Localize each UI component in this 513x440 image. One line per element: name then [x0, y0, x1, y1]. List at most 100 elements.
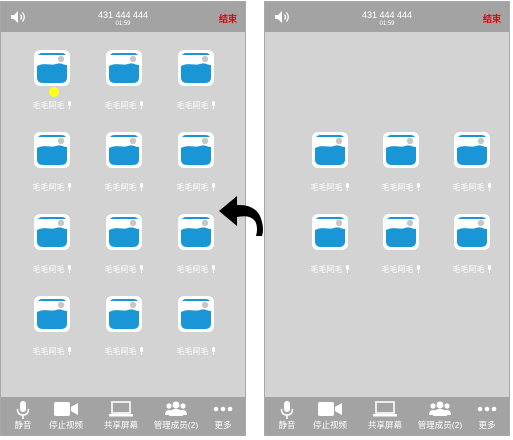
avatar-placeholder-icon [178, 296, 214, 332]
call-duration: 01:59 [379, 21, 395, 27]
avatar-placeholder-icon [106, 214, 142, 250]
participant-name: 毛毛阿毛 [17, 100, 87, 111]
mic-icon [416, 183, 421, 191]
avatar-placeholder-icon [178, 50, 214, 86]
mic-icon [345, 183, 350, 191]
participant-name: 毛毛阿毛 [437, 264, 507, 275]
mic-icon [139, 347, 144, 355]
avatar-placeholder-icon [178, 132, 214, 168]
avatar-placeholder-icon [178, 214, 214, 250]
participant-name-text: 毛毛阿毛 [32, 183, 65, 192]
toolbar-button-video-camera[interactable]: 停止视频 [300, 397, 360, 435]
mic-icon [211, 347, 216, 355]
avatar-placeholder-icon [454, 132, 490, 168]
participant-name: 毛毛阿毛 [366, 182, 436, 193]
participant-name: 毛毛阿毛 [89, 182, 159, 193]
more-icon [457, 401, 513, 419]
laptop-icon [355, 401, 415, 419]
participant-name: 毛毛阿毛 [89, 346, 159, 357]
participant-name: 毛毛阿毛 [89, 264, 159, 275]
participant-name-text: 毛毛阿毛 [176, 101, 209, 110]
more-icon [193, 401, 253, 419]
toolbar-button-laptop[interactable]: 共享屏幕 [91, 397, 151, 435]
top-bar: 431 444 444 01:59 结束 [1, 2, 245, 32]
mic-icon [67, 101, 72, 109]
mic-icon [67, 183, 72, 191]
participant-name-text: 毛毛阿毛 [104, 101, 137, 110]
participant-name-text: 毛毛阿毛 [32, 347, 65, 356]
participant-name-text: 毛毛阿毛 [176, 183, 209, 192]
toolbar-label: 共享屏幕 [103, 420, 138, 430]
avatar-placeholder-icon [383, 132, 419, 168]
video-camera-icon [300, 401, 360, 419]
participant-name: 毛毛阿毛 [161, 100, 231, 111]
back-arrow-icon [219, 196, 263, 236]
mic-icon [487, 265, 492, 273]
participant-name: 毛毛阿毛 [161, 264, 231, 275]
participant-name: 毛毛阿毛 [17, 182, 87, 193]
mic-icon [211, 265, 216, 273]
meeting-screen-after: 431 444 444 01:59 结束 毛毛阿毛 毛毛阿毛 毛毛阿毛 毛毛阿毛 毛毛阿… [264, 1, 510, 436]
mic-icon [487, 183, 492, 191]
participant-name: 毛毛阿毛 [161, 346, 231, 357]
participant-name-text: 毛毛阿毛 [381, 265, 414, 274]
bottom-toolbar: 静音 停止视频 共享屏幕 管理成员(2) 更多 [1, 397, 245, 435]
participant-name-text: 毛毛阿毛 [104, 265, 137, 274]
participant-name: 毛毛阿毛 [295, 182, 365, 193]
meeting-number: 431 444 444 [361, 10, 413, 20]
toolbar-label: 停止视频 [312, 420, 347, 430]
participant-name-text: 毛毛阿毛 [104, 347, 137, 356]
mic-icon [211, 183, 216, 191]
avatar-placeholder-icon [106, 132, 142, 168]
participant-name-text: 毛毛阿毛 [176, 347, 209, 356]
bottom-toolbar: 静音 停止视频 共享屏幕 管理成员(2) 更多 [265, 397, 509, 435]
participant-name-text: 毛毛阿毛 [104, 183, 137, 192]
top-bar: 431 444 444 01:59 结束 [265, 2, 509, 32]
mic-icon [139, 265, 144, 273]
participant-name-text: 毛毛阿毛 [452, 183, 485, 192]
touch-indicator [49, 87, 59, 97]
mic-icon [345, 265, 350, 273]
avatar-placeholder-icon [34, 50, 70, 86]
avatar-placeholder-icon [383, 214, 419, 250]
participant-name: 毛毛阿毛 [89, 100, 159, 111]
participant-name-text: 毛毛阿毛 [32, 101, 65, 110]
toolbar-button-laptop[interactable]: 共享屏幕 [355, 397, 415, 435]
avatar-placeholder-icon [106, 50, 142, 86]
participant-name-text: 毛毛阿毛 [452, 265, 485, 274]
video-camera-icon [36, 401, 96, 419]
participant-name: 毛毛阿毛 [366, 264, 436, 275]
avatar-placeholder-icon [454, 214, 490, 250]
participant-name: 毛毛阿毛 [17, 346, 87, 357]
toolbar-label: 共享屏幕 [367, 420, 402, 430]
mic-icon [139, 183, 144, 191]
meeting-number: 431 444 444 [97, 10, 149, 20]
avatar-placeholder-icon [106, 296, 142, 332]
mic-icon [211, 101, 216, 109]
end-call-button[interactable]: 结束 [219, 12, 237, 25]
toolbar-label: 更多 [478, 420, 496, 430]
mic-icon [416, 265, 421, 273]
end-call-button[interactable]: 结束 [483, 12, 501, 25]
laptop-icon [91, 401, 151, 419]
participant-name-text: 毛毛阿毛 [310, 265, 343, 274]
toolbar-button-more[interactable]: 更多 [457, 397, 513, 435]
participant-name: 毛毛阿毛 [17, 264, 87, 275]
mic-icon [67, 265, 72, 273]
participant-name: 毛毛阿毛 [437, 182, 507, 193]
mic-icon [139, 101, 144, 109]
participant-name: 毛毛阿毛 [295, 264, 365, 275]
avatar-placeholder-icon [34, 214, 70, 250]
mic-icon [67, 347, 72, 355]
call-duration: 01:59 [115, 21, 131, 27]
avatar-placeholder-icon [312, 214, 348, 250]
toolbar-button-more[interactable]: 更多 [193, 397, 253, 435]
toolbar-label: 停止视频 [48, 420, 83, 430]
avatar-placeholder-icon [34, 132, 70, 168]
avatar-placeholder-icon [34, 296, 70, 332]
participant-name-text: 毛毛阿毛 [310, 183, 343, 192]
participant-name-text: 毛毛阿毛 [176, 265, 209, 274]
avatar-placeholder-icon [312, 132, 348, 168]
toolbar-label: 更多 [214, 420, 232, 430]
toolbar-button-video-camera[interactable]: 停止视频 [36, 397, 96, 435]
